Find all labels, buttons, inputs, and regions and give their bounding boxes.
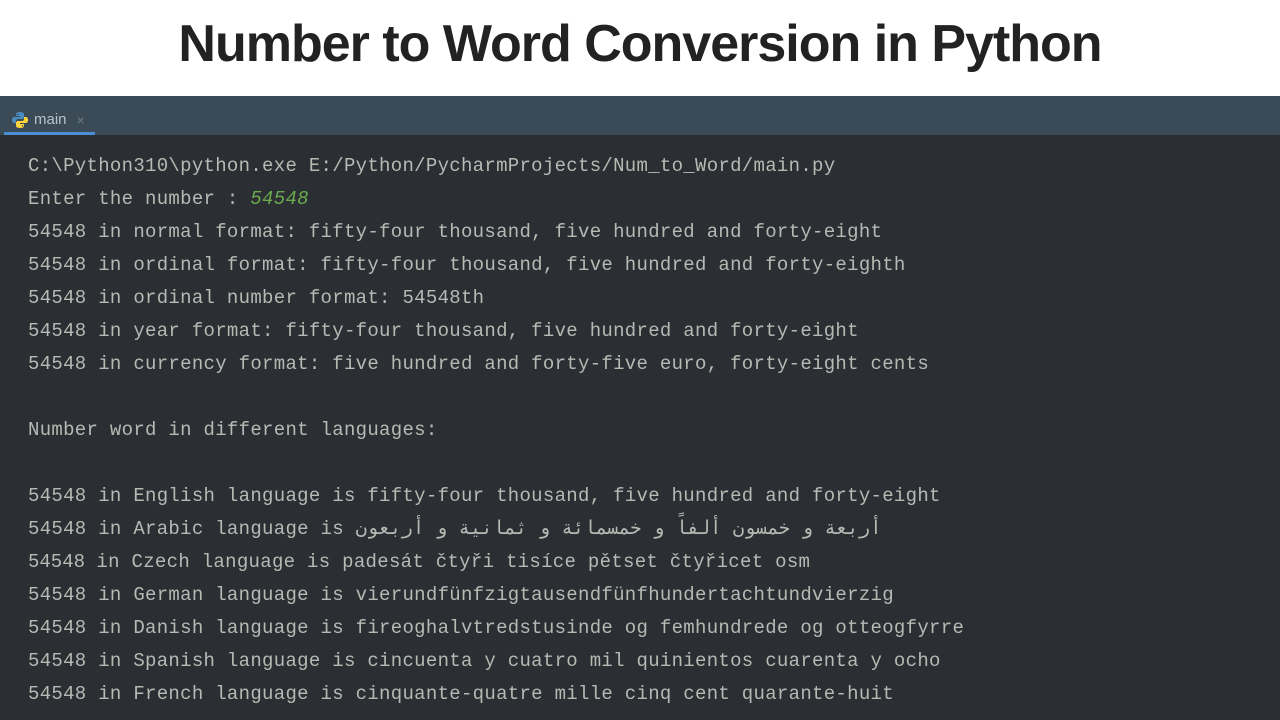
page-heading-bar: Number to Word Conversion in Python	[0, 0, 1280, 96]
console-line: 54548 in French language is cinquante-qu…	[28, 683, 894, 705]
console-line: 54548 in English language is fifty-four …	[28, 485, 941, 507]
console-output: C:\Python310\python.exe E:/Python/Pychar…	[0, 136, 1280, 720]
console-line: 54548 in Danish language is fireoghalvtr…	[28, 617, 964, 639]
console-line: 54548 in Czech language is padesát čtyři…	[28, 551, 810, 573]
console-section-header: Number word in different languages:	[28, 419, 438, 441]
tab-main[interactable]: main ×	[4, 105, 95, 135]
console-line: 54548 in currency format: five hundred a…	[28, 353, 929, 375]
close-icon[interactable]: ×	[77, 112, 85, 128]
console-tab-strip: main ×	[0, 102, 1280, 136]
console-command: C:\Python310\python.exe E:/Python/Pychar…	[28, 155, 835, 177]
console-line: 54548 in Spanish language is cincuenta y…	[28, 650, 941, 672]
python-icon	[12, 112, 28, 128]
console-line: 54548 in German language is vierundfünfz…	[28, 584, 894, 606]
page-title: Number to Word Conversion in Python	[0, 14, 1280, 74]
console-user-input: 54548	[250, 188, 309, 210]
console-line: 54548 in normal format: fifty-four thous…	[28, 221, 882, 243]
tab-label: main	[34, 111, 67, 128]
console-prompt: Enter the number :	[28, 188, 250, 210]
console-line: 54548 in ordinal number format: 54548th	[28, 287, 484, 309]
console-line: 54548 in year format: fifty-four thousan…	[28, 320, 859, 342]
console-line: 54548 in Arabic language is أربعة و خمسو…	[28, 518, 882, 540]
console-line: 54548 in ordinal format: fifty-four thou…	[28, 254, 906, 276]
